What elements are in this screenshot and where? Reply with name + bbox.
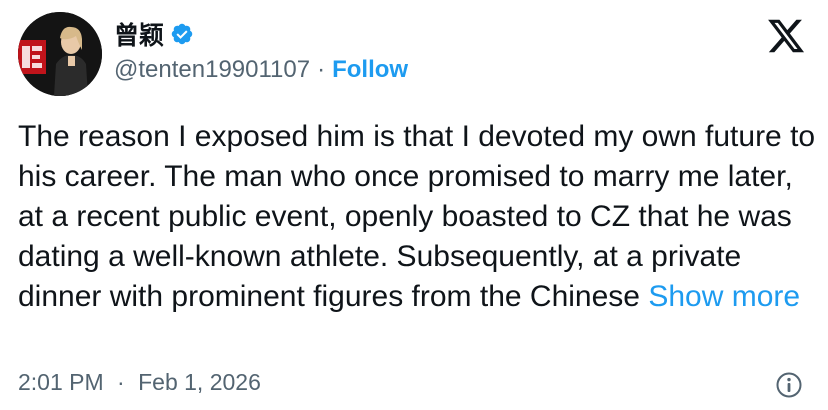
follow-button[interactable]: Follow <box>332 56 408 84</box>
handle-separator: · <box>317 56 326 83</box>
meta-separator: · <box>117 369 125 395</box>
tweet-date[interactable]: Feb 1, 2026 <box>138 369 261 395</box>
verified-badge-icon <box>170 22 194 46</box>
tweet-time[interactable]: 2:01 PM <box>18 369 104 395</box>
avatar-photo <box>18 12 102 96</box>
show-more-link[interactable]: Show more <box>648 280 800 313</box>
tweet-text-block: The reason I exposed him is that I devot… <box>18 117 818 317</box>
author-display-name[interactable]: 曾颖 <box>114 16 164 52</box>
avatar[interactable] <box>18 12 102 96</box>
info-icon[interactable] <box>775 371 803 399</box>
author-handle-row: @tenten19901107 · Follow <box>114 56 408 84</box>
tweet-meta: 2:01 PM · Feb 1, 2026 <box>18 369 261 396</box>
x-logo-icon[interactable] <box>766 16 806 56</box>
author-name-row: 曾颖 <box>114 16 194 52</box>
author-handle[interactable]: @tenten19901107 <box>114 56 310 84</box>
